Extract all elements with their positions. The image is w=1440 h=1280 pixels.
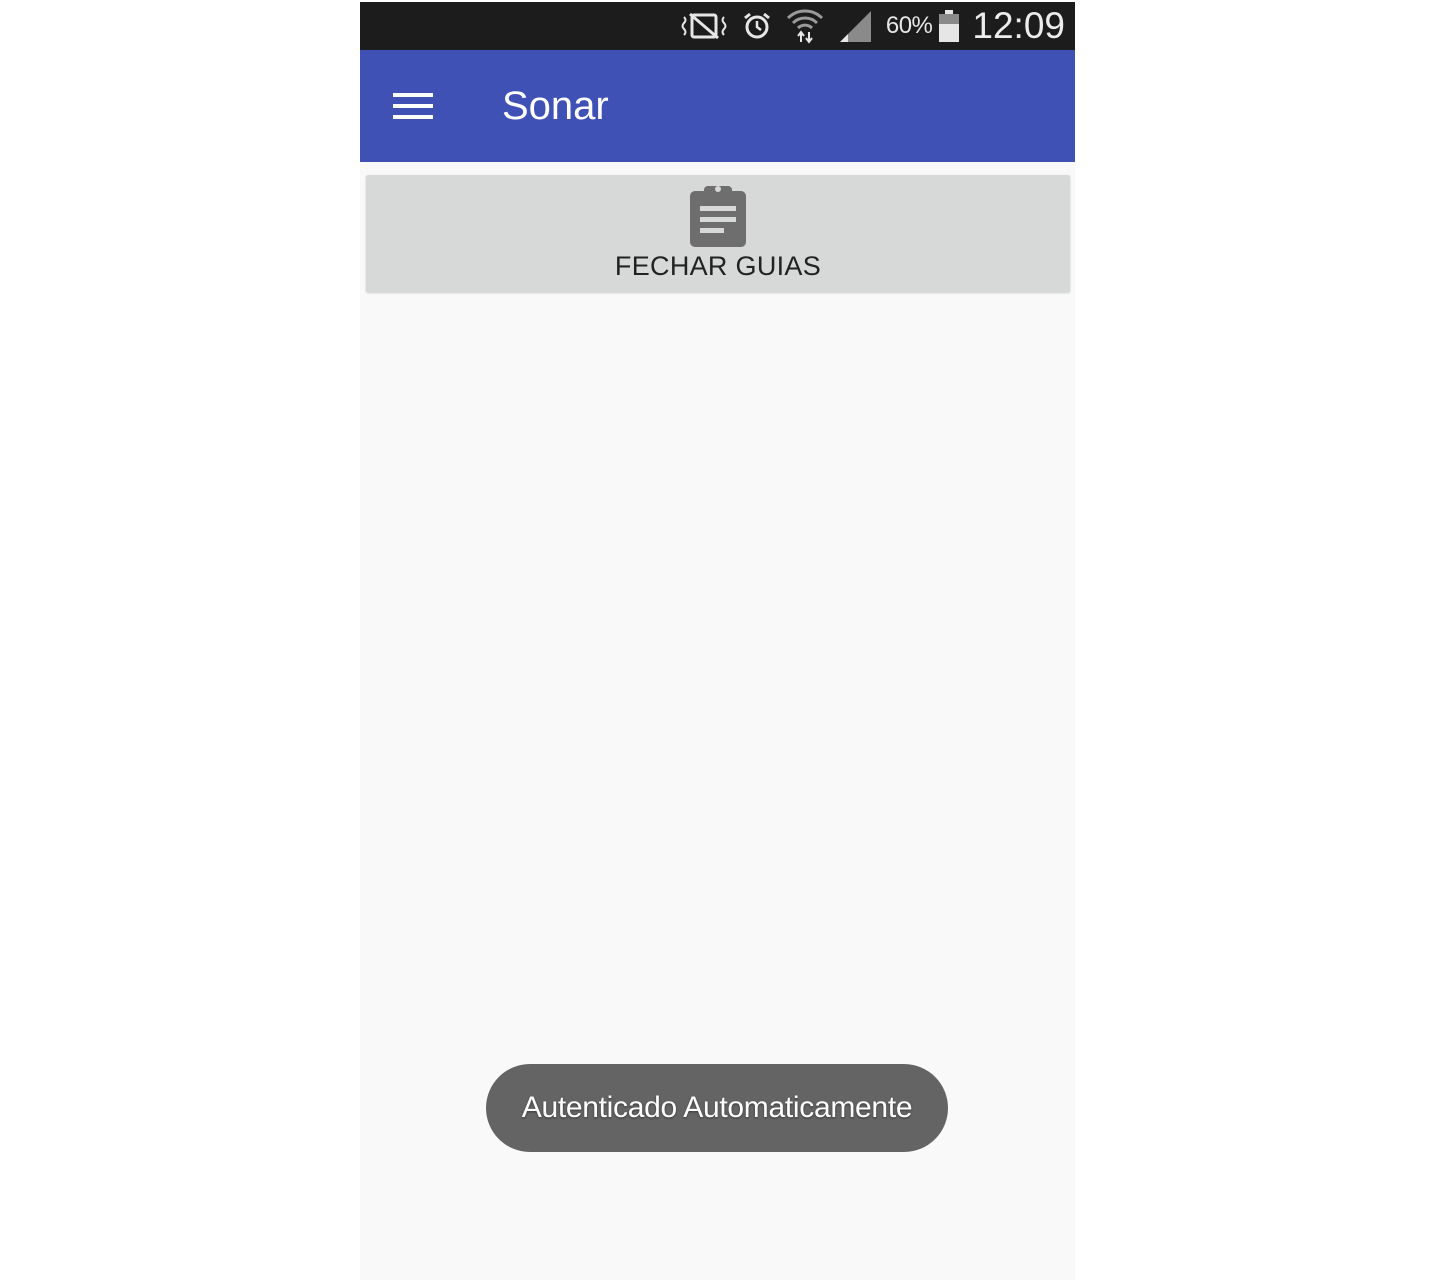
clipboard-icon — [688, 183, 748, 254]
status-icons: 60% 12:09 — [666, 2, 1065, 50]
status-bar: 60% 12:09 — [360, 2, 1075, 50]
hamburger-menu-icon — [393, 93, 433, 119]
phone-screen: 60% 12:09 Sonar FECHAR GUIAS Autenticado… — [360, 2, 1075, 1280]
toast-message: Autenticado Automaticamente — [486, 1064, 948, 1152]
battery-percent: 60% — [885, 12, 933, 39]
app-title: Sonar — [502, 84, 609, 128]
battery-icon — [938, 9, 960, 43]
alarm-icon — [742, 11, 772, 41]
app-bar: Sonar — [360, 50, 1075, 162]
signal-icon — [838, 9, 872, 43]
menu-button[interactable] — [382, 80, 444, 132]
fechar-guias-button[interactable]: FECHAR GUIAS — [366, 175, 1070, 292]
fechar-guias-label: FECHAR GUIAS — [614, 251, 822, 281]
wifi-icon — [786, 8, 824, 44]
status-clock: 12:09 — [972, 5, 1065, 46]
vibrate-mute-icon — [680, 11, 728, 41]
